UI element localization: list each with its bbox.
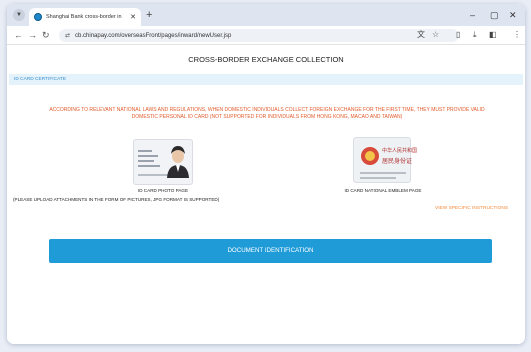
emblem-card-subtitle: 居民身份证 (382, 158, 413, 165)
extensions-icon[interactable]: ▯ (456, 29, 460, 41)
menu-icon[interactable]: ⋮ (513, 29, 521, 41)
reload-button[interactable]: ↻ (42, 29, 50, 41)
view-instructions-link[interactable]: VIEW SPECIFIC INSTRUCTIONS (435, 206, 508, 211)
back-button[interactable]: ← (14, 29, 23, 41)
page-title: CROSS-BORDER EXCHANGE COLLECTION (188, 55, 344, 64)
bookmark-star-icon[interactable]: ☆ (432, 29, 439, 41)
address-bar[interactable]: ⇄ cb.chinapay.com/overseasFront/pages/in… (59, 29, 459, 42)
photo-page-label: ID CARD PHOTO PAGE (137, 188, 189, 193)
emblem-card-title: 中华人民共和国 (382, 148, 418, 154)
browser-tab[interactable]: Shanghai Bank cross-border in ✕ (29, 8, 141, 26)
minimize-button[interactable]: – (470, 9, 475, 21)
favicon-icon (34, 13, 42, 21)
browser-window: ▼ Shanghai Bank cross-border in ✕ + – ▢ … (7, 4, 525, 344)
tab-bar: ▼ Shanghai Bank cross-border in ✕ + – ▢ … (7, 4, 525, 26)
url-text[interactable]: cb.chinapay.com/overseasFront/pages/inwa… (75, 33, 231, 39)
site-info-icon[interactable]: ⇄ (65, 32, 70, 39)
emblem-page-label: ID CARD NATIONAL EMBLEM PAGE (344, 188, 422, 193)
id-emblem-page-upload[interactable]: 中华人民共和国 居民身份证 (353, 137, 417, 183)
maximize-button[interactable]: ▢ (490, 9, 499, 21)
translate-icon[interactable]: 文 (417, 29, 425, 41)
forward-button[interactable]: → (28, 29, 37, 41)
sidebar-icon[interactable]: ◧ (489, 29, 497, 41)
browser-toolbar: ← → ↻ ⇄ cb.chinapay.com/overseasFront/pa… (7, 26, 525, 45)
document-identification-button[interactable]: DOCUMENT IDENTIFICATION (49, 239, 492, 263)
download-icon[interactable]: ⤓ (473, 29, 477, 41)
close-window-button[interactable]: ✕ (509, 9, 517, 21)
tab-search-icon[interactable]: ▼ (13, 9, 25, 21)
section-header: ID CARD CERTIFICATE (9, 74, 523, 85)
tab-title: Shanghai Bank cross-border in (46, 14, 122, 20)
upload-note: (PLEASE UPLOAD ATTACHMENTS IN THE FORM O… (13, 197, 220, 202)
id-card-photo-icon (138, 146, 189, 178)
tab-close-icon[interactable]: ✕ (130, 13, 136, 21)
id-photo-page-upload[interactable] (133, 139, 193, 185)
page-content: CROSS-BORDER EXCHANGE COLLECTION ID CARD… (7, 45, 525, 344)
new-tab-button[interactable]: + (146, 8, 152, 22)
notice-text: ACCORDING TO RELEVANT NATIONAL LAWS AND … (49, 107, 485, 120)
